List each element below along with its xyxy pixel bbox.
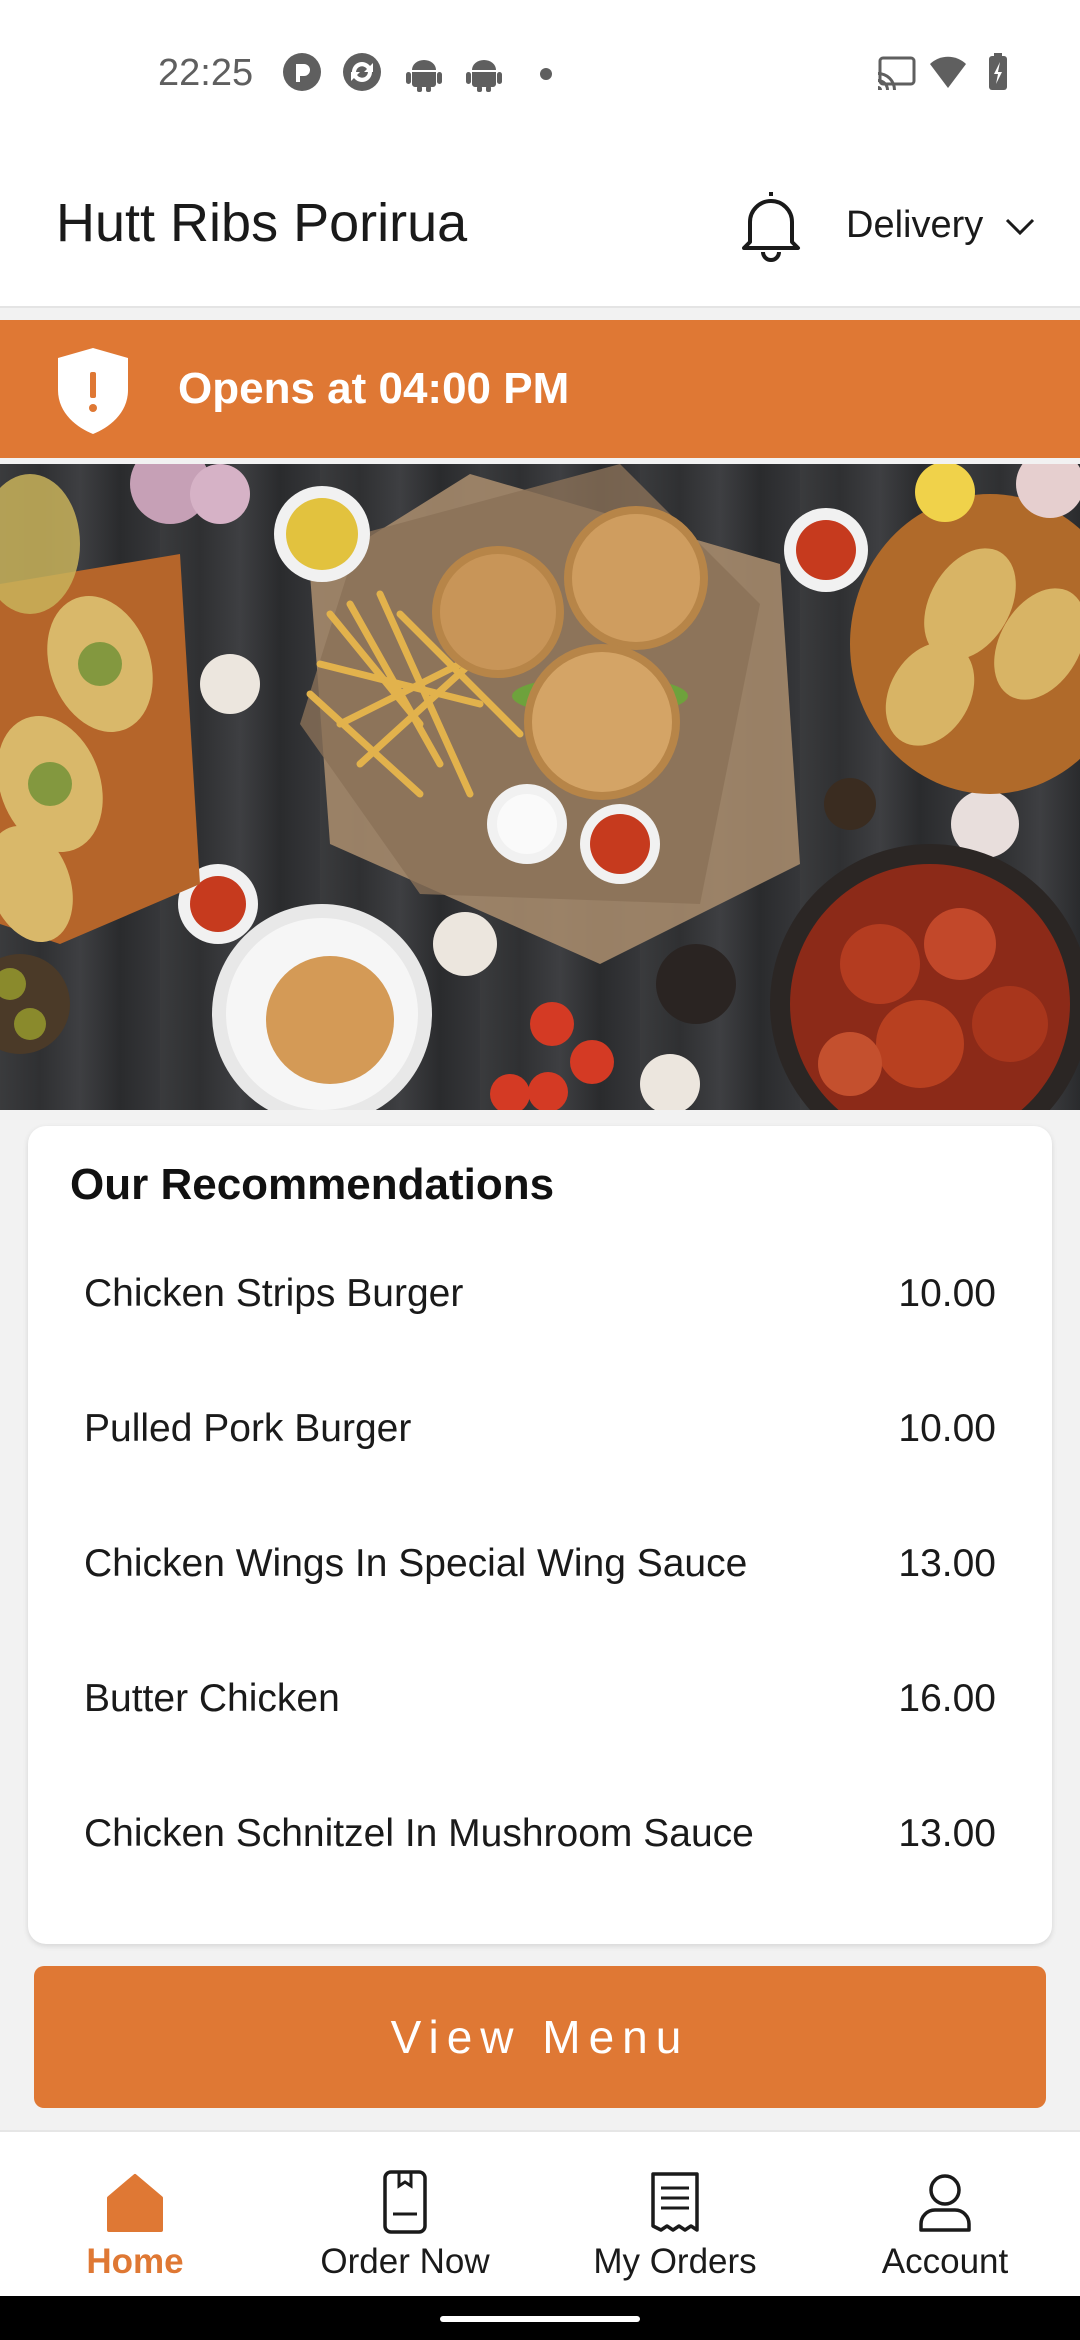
item-price: 13.00 — [898, 1812, 996, 1855]
status-time: 22:25 — [158, 52, 254, 94]
recommendations-card: Our Recommendations Chicken Strips Burge… — [28, 1126, 1052, 1944]
app-header: Hutt Ribs Porirua Delivery — [0, 150, 1080, 308]
opens-at-text: Opens at 04:00 PM — [178, 364, 570, 413]
recommendation-item[interactable]: Butter Chicken 16.00 — [28, 1651, 1052, 1751]
nav-label-order-now: Order Now — [320, 2242, 490, 2281]
shield-alert-icon — [58, 348, 128, 434]
order-mode-selector[interactable]: Delivery — [846, 204, 983, 247]
order-device-icon — [383, 2170, 427, 2234]
food-spread-image — [0, 464, 1080, 1110]
battery-charging-icon — [989, 53, 1007, 90]
cast-icon — [878, 56, 916, 90]
item-price: 10.00 — [898, 1272, 996, 1315]
item-name: Chicken Strips Burger — [84, 1272, 464, 1315]
home-gesture-handle[interactable] — [440, 2316, 640, 2322]
home-icon — [107, 2174, 163, 2232]
item-price: 10.00 — [898, 1407, 996, 1450]
nav-item-order-now[interactable]: Order Now — [270, 2132, 540, 2298]
android-icon — [466, 60, 502, 92]
receipt-icon — [651, 2172, 699, 2232]
account-icon — [919, 2174, 971, 2232]
item-name: Pulled Pork Burger — [84, 1407, 412, 1450]
sync-icon — [343, 53, 381, 91]
item-name: Chicken Wings In Special Wing Sauce — [84, 1542, 748, 1585]
recommendation-item[interactable]: Chicken Strips Burger 10.00 — [28, 1246, 1052, 1346]
bottom-navigation: Home Order Now My Orders Account — [0, 2130, 1080, 2296]
item-price: 13.00 — [898, 1542, 996, 1585]
view-menu-button[interactable]: View Menu — [34, 1966, 1046, 2108]
item-name: Chicken Schnitzel In Mushroom Sauce — [84, 1812, 754, 1855]
nav-label-my-orders: My Orders — [593, 2242, 757, 2281]
nav-label-home: Home — [86, 2242, 184, 2281]
wifi-icon — [930, 56, 966, 88]
item-price: 16.00 — [898, 1677, 996, 1720]
recommendation-item[interactable]: Chicken Schnitzel In Mushroom Sauce 13.0… — [28, 1786, 1052, 1886]
recommendations-title: Our Recommendations — [70, 1160, 555, 1209]
nav-item-account[interactable]: Account — [810, 2132, 1080, 2298]
recommendation-item[interactable]: Chicken Wings In Special Wing Sauce 13.0… — [28, 1516, 1052, 1616]
pocket-casts-icon — [283, 53, 321, 91]
dot-icon — [540, 68, 552, 80]
nav-label-account: Account — [881, 2242, 1009, 2281]
store-hours-banner: Opens at 04:00 PM — [0, 320, 1080, 458]
status-bar: 22:25 — [0, 0, 1080, 150]
food-illustration — [0, 464, 1080, 1110]
chevron-down-icon[interactable] — [1004, 214, 1036, 238]
item-name: Butter Chicken — [84, 1677, 340, 1720]
app-screen: 22:25 Hutt Ribs Porirua Delivery Opens a… — [0, 0, 1080, 2340]
bell-icon[interactable] — [736, 186, 806, 262]
nav-item-home[interactable]: Home — [0, 2132, 270, 2298]
recommendation-item[interactable]: Pulled Pork Burger 10.00 — [28, 1381, 1052, 1481]
android-icon — [406, 60, 442, 92]
restaurant-name: Hutt Ribs Porirua — [56, 193, 468, 253]
nav-item-my-orders[interactable]: My Orders — [540, 2132, 810, 2298]
system-gesture-bar — [0, 2296, 1080, 2340]
